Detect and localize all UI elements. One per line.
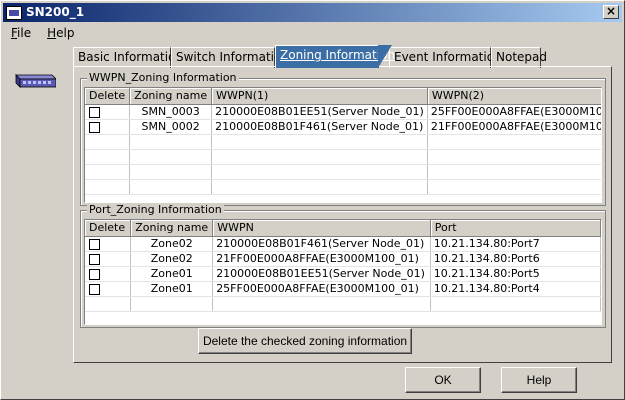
- wwpn1-cell: 210000E08B01F461(Server Node_01): [211, 119, 428, 135]
- port-zoning-table: Delete Zoning name WWPN Port Zone02 2100…: [84, 219, 602, 325]
- menu-file[interactable]: File: [3, 26, 39, 40]
- table-row[interactable]: SMN_0003 210000E08B01EE51(Server Node_01…: [85, 104, 601, 120]
- switch-device-icon: [15, 74, 56, 88]
- wwpn-cell: 25FF00E000A8FFAE(E3000M100_01): [212, 281, 431, 297]
- menu-help[interactable]: Help: [39, 26, 82, 40]
- wwpn-cell: 210000E08B01EE51(Server Node_01): [212, 266, 431, 282]
- app-icon: [6, 5, 22, 20]
- tab-strip: Basic Information Switch Information Zon…: [73, 45, 547, 68]
- wwpn-zoning-group: WWPN_Zoning Information Delete Zoning na…: [80, 71, 606, 206]
- zoning-name-cell: Zone02: [130, 236, 214, 252]
- port-cell: 10.21.134.80:Port6: [430, 251, 601, 267]
- tab-zoning-information[interactable]: Zoning Information: [275, 45, 395, 68]
- delete-checkbox[interactable]: [89, 238, 100, 250]
- wwpn1-cell: 210000E08B01EE51(Server Node_01): [211, 104, 428, 120]
- port-cell: 10.21.134.80:Port4: [430, 281, 601, 297]
- column-header-wwpn[interactable]: WWPN: [212, 220, 431, 237]
- column-header-delete[interactable]: Delete: [85, 220, 132, 237]
- wwpn-cell: 21FF00E000A8FFAE(E3000M100_01): [212, 251, 431, 267]
- empty-row: [85, 134, 601, 150]
- delete-checkbox[interactable]: [89, 106, 100, 118]
- port-zoning-group: Port_Zoning Information Delete Zoning na…: [80, 203, 606, 328]
- column-header-wwpn1[interactable]: WWPN(1): [211, 88, 428, 105]
- zoning-name-cell: Zone01: [130, 281, 214, 297]
- menu-bar: File Help: [3, 23, 622, 42]
- delete-checkbox[interactable]: [89, 253, 100, 265]
- wwpn-zoning-table: Delete Zoning name WWPN(1) WWPN(2) SMN_0…: [84, 87, 602, 203]
- table-row[interactable]: Zone01 25FF00E000A8FFAE(E3000M100_01) 10…: [85, 281, 601, 297]
- column-header-zoning-name[interactable]: Zoning name: [129, 88, 213, 105]
- wwpn-zoning-title: WWPN_Zoning Information: [87, 71, 239, 85]
- delete-checked-zoning-button[interactable]: Delete the checked zoning information: [198, 328, 412, 354]
- delete-checkbox[interactable]: [89, 268, 100, 280]
- port-zoning-title: Port_Zoning Information: [87, 203, 224, 217]
- table-row[interactable]: Zone02 210000E08B01F461(Server Node_01) …: [85, 236, 601, 252]
- port-cell: 10.21.134.80:Port7: [430, 236, 601, 252]
- zoning-name-cell: Zone02: [130, 251, 214, 267]
- empty-row: [85, 149, 601, 165]
- close-icon[interactable]: ×: [603, 5, 619, 19]
- tab-switch-information[interactable]: Switch Information: [171, 47, 289, 68]
- zoning-name-cell: SMN_0002: [129, 119, 213, 135]
- delete-checkbox[interactable]: [89, 283, 100, 295]
- wwpn2-cell: 21FF00E000A8FFAE(E3000M100_01): [427, 119, 601, 135]
- column-header-zoning-name[interactable]: Zoning name: [130, 220, 214, 237]
- tab-basic-information[interactable]: Basic Information: [73, 47, 183, 68]
- column-header-delete[interactable]: Delete: [85, 88, 131, 105]
- title-bar[interactable]: SN200_1 ×: [3, 3, 622, 22]
- table-row[interactable]: Zone02 21FF00E000A8FFAE(E3000M100_01) 10…: [85, 251, 601, 267]
- tab-event-information[interactable]: Event Information: [389, 47, 502, 68]
- column-header-wwpn2[interactable]: WWPN(2): [427, 88, 601, 105]
- empty-row: [85, 179, 601, 195]
- tab-notepad[interactable]: Notepad: [491, 47, 547, 68]
- table-row[interactable]: SMN_0002 210000E08B01F461(Server Node_01…: [85, 119, 601, 135]
- wwpn-zoning-header: Delete Zoning name WWPN(1) WWPN(2): [85, 88, 601, 105]
- empty-row: [85, 296, 601, 312]
- table-row[interactable]: Zone01 210000E08B01EE51(Server Node_01) …: [85, 266, 601, 282]
- port-zoning-header: Delete Zoning name WWPN Port: [85, 220, 601, 237]
- zoning-name-cell: Zone01: [130, 266, 214, 282]
- zoning-name-cell: SMN_0003: [129, 104, 213, 120]
- port-cell: 10.21.134.80:Port5: [430, 266, 601, 282]
- column-header-port[interactable]: Port: [430, 220, 601, 237]
- window-title: SN200_1: [26, 5, 85, 19]
- delete-checkbox[interactable]: [89, 121, 100, 133]
- main-window: SN200_1 × File Help Basic Information Sw…: [0, 0, 625, 400]
- ok-button[interactable]: OK: [405, 367, 481, 393]
- empty-row: [85, 164, 601, 180]
- wwpn2-cell: 25FF00E000A8FFAE(E3000M100_01): [427, 104, 601, 120]
- help-button[interactable]: Help: [501, 367, 577, 393]
- wwpn-cell: 210000E08B01F461(Server Node_01): [212, 236, 431, 252]
- zoning-information-panel: WWPN_Zoning Information Delete Zoning na…: [73, 66, 612, 363]
